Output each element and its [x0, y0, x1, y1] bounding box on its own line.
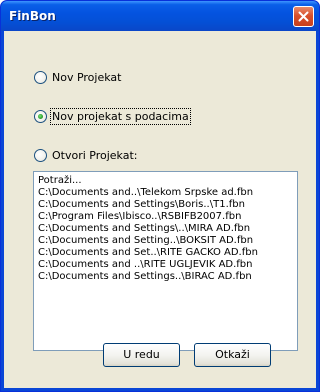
list-item[interactable]: C:\Documents and..\Telekom Srpske ad.fbn [38, 187, 293, 199]
dialog-body: Nov Projekat Nov projekat s podacima Otv… [4, 31, 316, 388]
radio-label-open-project: Otvori Projekat: [52, 148, 138, 162]
list-item[interactable]: C:\Documents and Settings\Boris..\T1.fbn [38, 199, 293, 211]
list-item[interactable]: C:\Documents and Settings\..\MIRA AD.fbn [38, 223, 293, 235]
radio-button[interactable] [34, 70, 47, 84]
window-title: FinBon [9, 9, 56, 23]
list-item[interactable]: C:\Documents and Set..\RITE GACKO AD.fbn [38, 247, 293, 259]
list-item[interactable]: C:\Documents and ..\RITE UGLJEVIK AD.fbn [38, 259, 293, 271]
radio-new-project-with-data[interactable]: Nov projekat s podacima [34, 107, 191, 125]
radio-label-new-project-with-data: Nov projekat s podacima [50, 107, 191, 125]
radio-new-project[interactable]: Nov Projekat [34, 69, 121, 85]
radio-label-new-project: Nov Projekat [52, 70, 122, 84]
radio-button[interactable] [34, 148, 47, 162]
ok-button[interactable]: U redu [103, 343, 180, 367]
dialog-window: FinBon Nov Projekat Nov projekat s podac… [0, 0, 320, 392]
radio-open-project[interactable]: Otvori Projekat: [34, 147, 138, 163]
close-button[interactable] [293, 6, 314, 27]
cancel-button[interactable]: Otkaži [194, 343, 271, 367]
recent-projects-list[interactable]: Potraži... C:\Documents and..\Telekom Sr… [33, 171, 298, 351]
title-bar[interactable]: FinBon [1, 1, 319, 31]
list-item[interactable]: C:\Documents and Setting..\BOKSIT AD.fbn [38, 235, 293, 247]
list-item-browse[interactable]: Potraži... [38, 175, 293, 187]
list-item[interactable]: C:\Program Files\Ibisco..\RSBIFB2007.fbn [38, 211, 293, 223]
list-item[interactable]: C:\Documents and Settings..\BIRAC AD.fbn [38, 271, 293, 283]
radio-button-selected[interactable] [34, 109, 47, 123]
